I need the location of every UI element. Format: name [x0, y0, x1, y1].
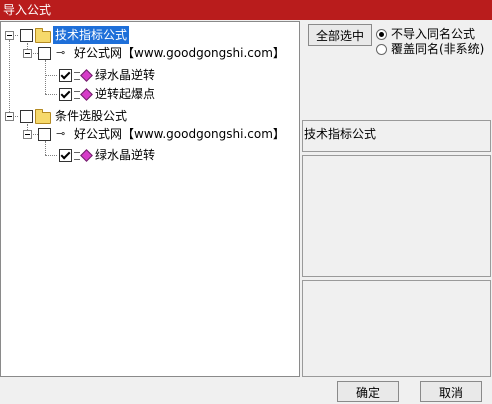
- ok-button[interactable]: 确定: [337, 381, 399, 402]
- expand-toggle[interactable]: [23, 130, 32, 139]
- tree-node-root1[interactable]: 技术指标公式: [1, 26, 299, 44]
- tree-node-leaf2[interactable]: 逆转起爆点: [1, 85, 299, 103]
- overwrite-same-name-label[interactable]: 覆盖同名(非系统): [391, 42, 484, 56]
- overwrite-same-name-radio[interactable]: [376, 44, 387, 55]
- root2-child-checkbox[interactable]: [38, 128, 51, 141]
- tree-node-root2[interactable]: 条件选股公式: [1, 107, 299, 125]
- leaf2-checkbox[interactable]: [59, 88, 72, 101]
- folder-icon: [35, 109, 51, 124]
- gem-icon: [80, 149, 93, 162]
- formula-lines-icon: [74, 152, 80, 160]
- no-import-same-name-radio[interactable]: [376, 29, 387, 40]
- key-icon: ⊸: [56, 46, 66, 59]
- root2-checkbox[interactable]: [20, 110, 33, 123]
- leaf1-label[interactable]: 绿水晶逆转: [95, 66, 155, 84]
- tree-node-leaf1[interactable]: 绿水晶逆转: [1, 66, 299, 84]
- formula-tree[interactable]: 技术指标公式 ⊸ 好公式网【www.goodgongshi.com】 绿水晶逆转…: [0, 21, 300, 377]
- select-all-button[interactable]: 全部选中: [308, 24, 372, 46]
- root2-child-label[interactable]: 好公式网【www.goodgongshi.com】: [74, 125, 285, 143]
- formula-info-panel: [302, 155, 491, 277]
- formula-category-panel: 技术指标公式: [302, 120, 491, 152]
- no-import-same-name-label[interactable]: 不导入同名公式: [391, 27, 475, 41]
- leaf2-label[interactable]: 逆转起爆点: [95, 85, 155, 103]
- gem-icon: [80, 69, 93, 82]
- cancel-button[interactable]: 取消: [420, 381, 482, 402]
- leaf1-checkbox[interactable]: [59, 69, 72, 82]
- formula-description-panel: [302, 280, 491, 377]
- root1-child-label[interactable]: 好公式网【www.goodgongshi.com】: [74, 44, 285, 62]
- window-title: 导入公式: [3, 3, 52, 17]
- key-icon: ⊸: [56, 127, 66, 140]
- formula-lines-icon: [74, 72, 80, 80]
- formula-category-text: 技术指标公式: [304, 127, 377, 141]
- root1-child-checkbox[interactable]: [38, 47, 51, 60]
- expand-toggle[interactable]: [23, 49, 32, 58]
- formula-lines-icon: [74, 91, 80, 99]
- tree-node-root2-child[interactable]: ⊸ 好公式网【www.goodgongshi.com】: [1, 125, 299, 143]
- root2-leaf1-checkbox[interactable]: [59, 149, 72, 162]
- root1-checkbox[interactable]: [20, 29, 33, 42]
- window-title-bar: 导入公式: [0, 0, 492, 20]
- folder-icon: [35, 28, 51, 43]
- tree-node-root1-child[interactable]: ⊸ 好公式网【www.goodgongshi.com】: [1, 44, 299, 62]
- expand-toggle[interactable]: [5, 31, 14, 40]
- gem-icon: [80, 88, 93, 101]
- root1-label[interactable]: 技术指标公式: [53, 26, 130, 44]
- tree-node-root2-leaf1[interactable]: 绿水晶逆转: [1, 146, 299, 164]
- root2-label[interactable]: 条件选股公式: [55, 107, 127, 125]
- root2-leaf1-label[interactable]: 绿水晶逆转: [95, 146, 155, 164]
- expand-toggle[interactable]: [5, 112, 14, 121]
